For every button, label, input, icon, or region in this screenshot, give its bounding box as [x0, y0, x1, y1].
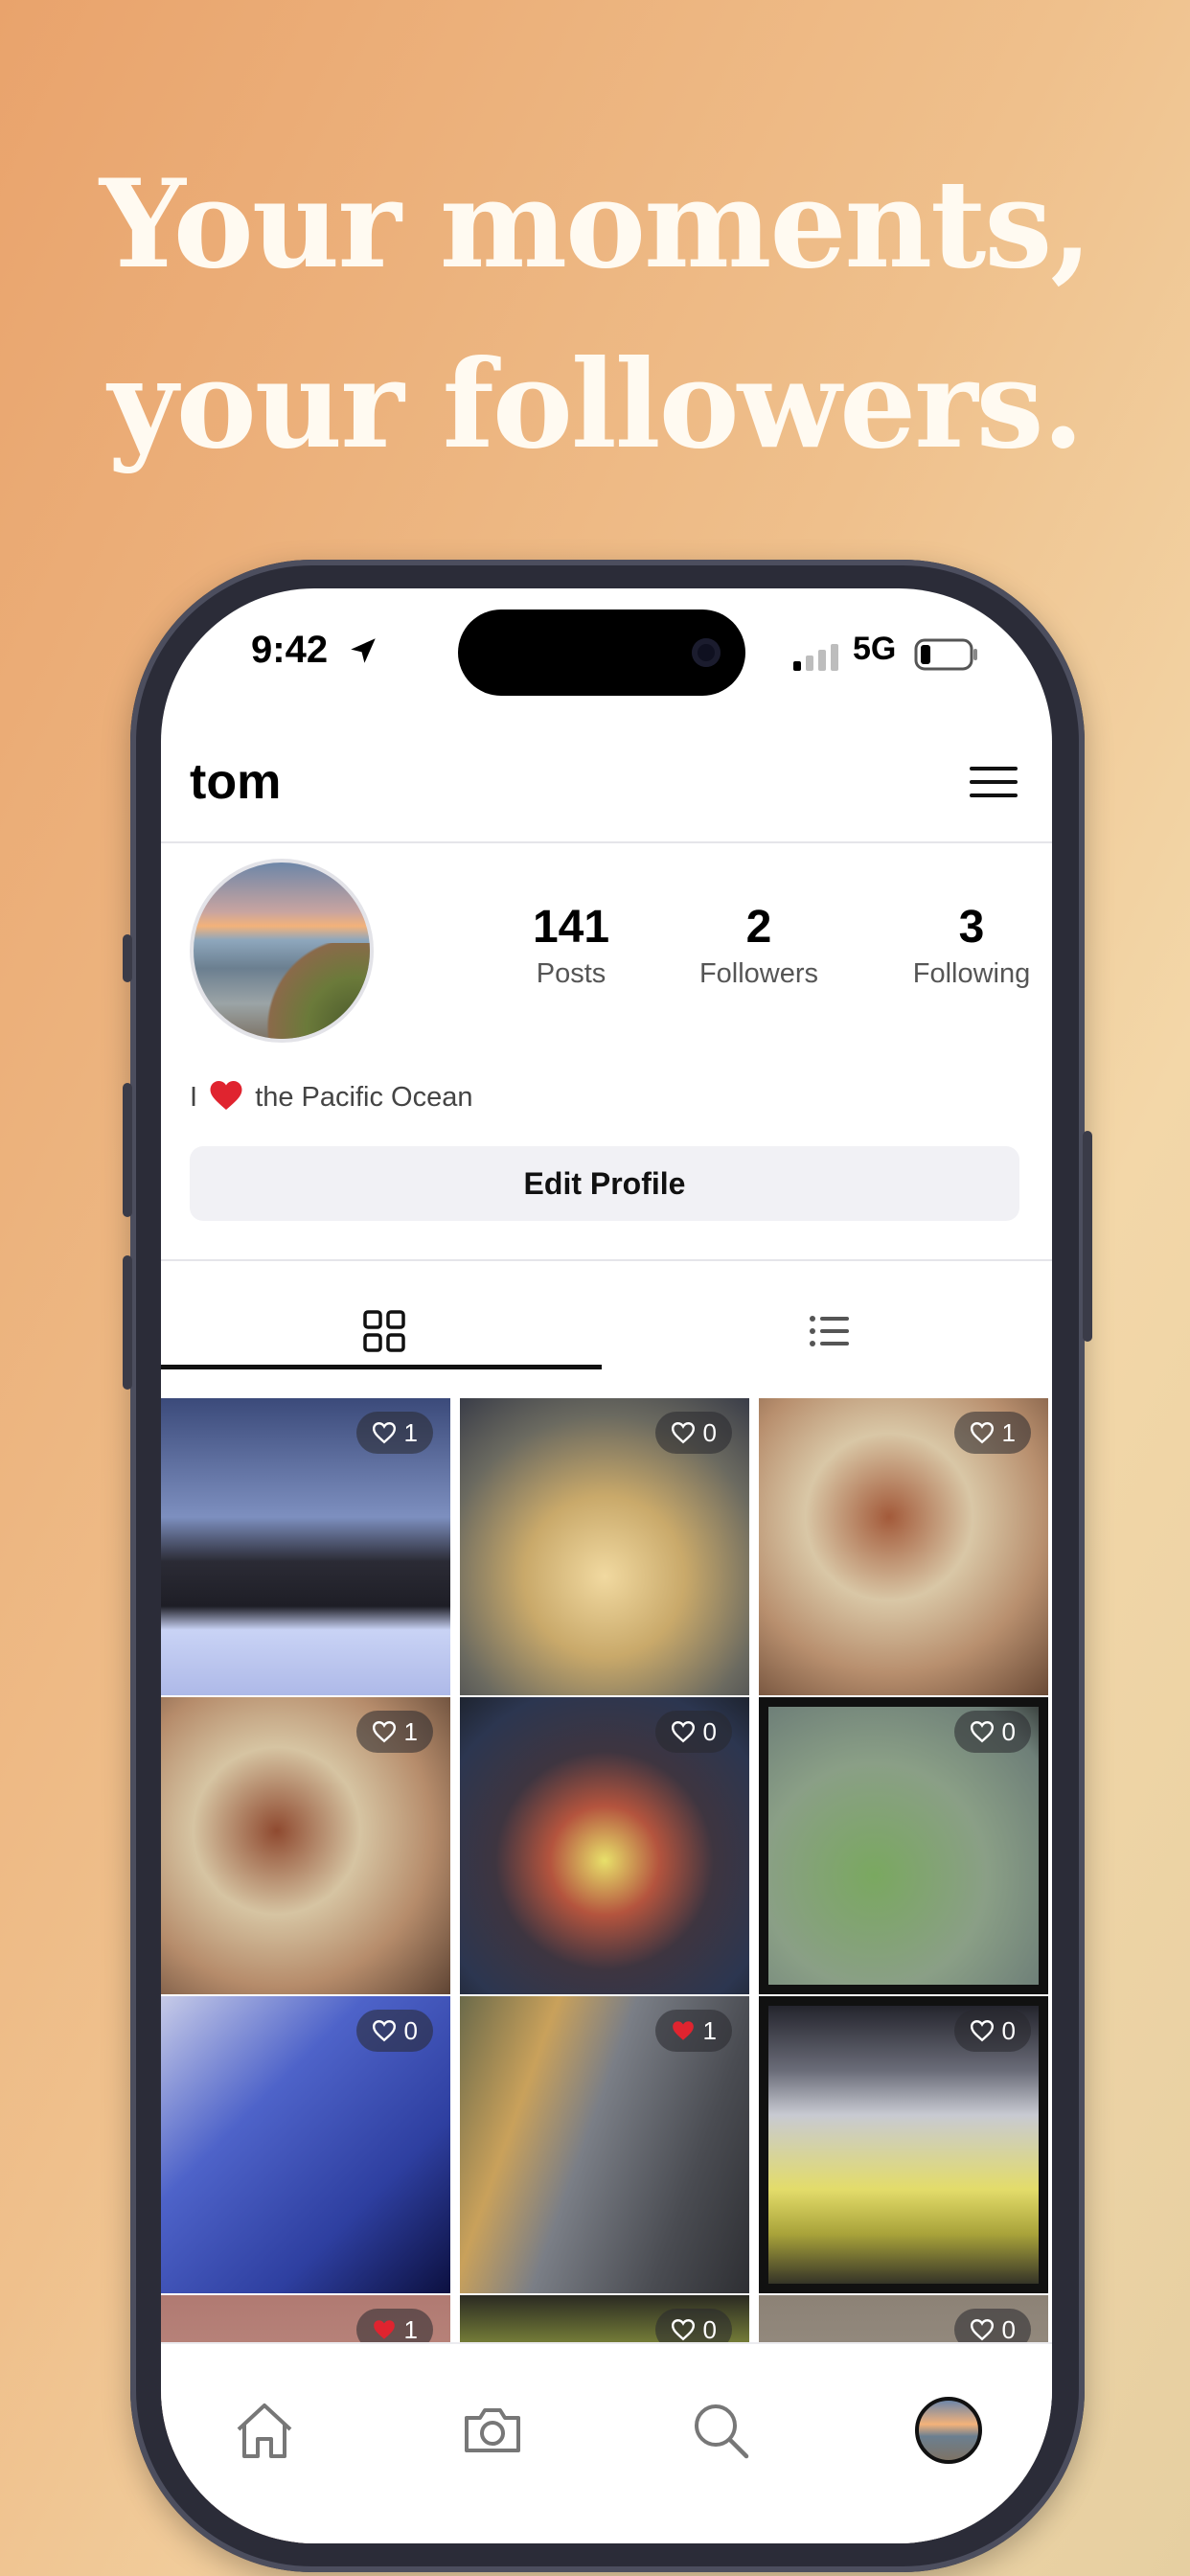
search-icon: [695, 2404, 749, 2459]
heart-outline-icon: [970, 2020, 994, 2042]
battery-icon: [914, 638, 977, 671]
profile-avatar[interactable]: [190, 859, 374, 1043]
profile-avatar-small: [915, 2397, 982, 2464]
like-count: 0: [403, 2015, 418, 2045]
selected-tab-indicator: [161, 1365, 602, 1369]
tab-profile[interactable]: [910, 2392, 987, 2469]
heart-outline-icon: [970, 1422, 994, 1444]
username: tom: [190, 754, 282, 810]
status-time: 9:42: [251, 629, 329, 671]
stat-posts[interactable]: 141 Posts: [475, 901, 667, 993]
phone-volume-down-button: [123, 1255, 132, 1390]
tab-grid-view[interactable]: [161, 1298, 606, 1365]
list-icon: [809, 1316, 849, 1346]
profile-header: tom: [161, 732, 1052, 843]
like-count: 0: [702, 2314, 717, 2344]
phone-power-button: [1083, 1131, 1092, 1342]
location-arrow-icon: [351, 638, 376, 663]
like-count: 0: [1001, 2015, 1016, 2045]
stat-posts-value: 141: [532, 902, 610, 953]
section-divider: [161, 1259, 1052, 1261]
status-bar: 9:42 5G: [161, 629, 1052, 686]
marketing-headline: Your moments, your followers.: [0, 134, 1190, 494]
stat-followers-value: 2: [745, 902, 772, 953]
post-thumbnail[interactable]: 1: [460, 1996, 749, 2293]
like-count-badge[interactable]: 0: [654, 1412, 732, 1454]
like-count-badge[interactable]: 0: [953, 2010, 1031, 2052]
heart-outline-icon: [372, 1422, 396, 1444]
post-thumbnail[interactable]: 0: [759, 1697, 1048, 1994]
like-count: 1: [1001, 1417, 1016, 1447]
like-count-badge[interactable]: 0: [953, 1711, 1031, 1753]
heart-outline-icon: [671, 2319, 695, 2341]
headline-line-2: your followers.: [107, 334, 1085, 475]
home-icon: [237, 2404, 292, 2458]
heart-outline-icon: [970, 2319, 994, 2341]
stat-following-label: Following: [912, 958, 1031, 989]
stat-following[interactable]: 3 Following: [876, 901, 1052, 993]
profile-bio: I the Pacific Ocean: [190, 1079, 472, 1114]
menu-icon[interactable]: [970, 767, 1018, 805]
stat-followers[interactable]: 2 Followers: [663, 901, 855, 993]
like-count: 0: [1001, 2314, 1016, 2344]
like-count-badge[interactable]: 1: [953, 1412, 1031, 1454]
grid-icon: [362, 1310, 405, 1352]
cellular-signal-icon: [793, 644, 838, 671]
stat-followers-label: Followers: [698, 958, 819, 989]
heart-outline-icon: [372, 1721, 396, 1743]
phone-action-button: [123, 934, 132, 982]
like-count: 0: [702, 1417, 717, 1447]
bottom-tab-bar: [161, 2342, 1052, 2543]
like-count-badge[interactable]: 1: [654, 2010, 732, 2052]
tab-search[interactable]: [682, 2392, 759, 2469]
like-count: 1: [403, 1716, 418, 1746]
network-type: 5G: [853, 631, 897, 667]
stat-posts-label: Posts: [536, 958, 606, 989]
heart-outline-icon: [372, 2020, 396, 2042]
heart-filled-icon: [373, 2320, 395, 2339]
bio-suffix: the Pacific Ocean: [255, 1082, 473, 1113]
phone-volume-up-button: [123, 1083, 132, 1217]
like-count-badge[interactable]: 0: [355, 2010, 433, 2052]
post-thumbnail[interactable]: 1: [161, 1697, 450, 1994]
phone-screen: 9:42 5G tom 141 Posts 2 Followers 3 Foll…: [161, 588, 1052, 2543]
tab-home[interactable]: [226, 2392, 303, 2469]
edit-profile-button[interactable]: Edit Profile: [190, 1146, 1019, 1221]
heart-filled-icon: [672, 2021, 694, 2040]
like-count: 1: [702, 2015, 717, 2045]
like-count: 0: [702, 1716, 717, 1746]
like-count: 1: [403, 1417, 418, 1447]
post-thumbnail[interactable]: 1: [759, 1398, 1048, 1695]
camera-icon: [465, 2408, 520, 2452]
headline-line-1: Your moments,: [99, 153, 1092, 295]
bio-prefix: I: [190, 1082, 198, 1113]
post-thumbnail[interactable]: 0: [161, 1996, 450, 2293]
post-thumbnail[interactable]: 0: [759, 1996, 1048, 2293]
heart-outline-icon: [671, 1422, 695, 1444]
post-thumbnail[interactable]: 1: [161, 1398, 450, 1695]
like-count-badge[interactable]: 1: [355, 1711, 433, 1753]
like-count: 1: [403, 2314, 418, 2344]
stat-following-value: 3: [958, 902, 985, 953]
like-count-badge[interactable]: 1: [355, 1412, 433, 1454]
heart-outline-icon: [671, 1721, 695, 1743]
like-count: 0: [1001, 1716, 1016, 1746]
post-thumbnail[interactable]: 0: [460, 1697, 749, 1994]
post-thumbnail[interactable]: 0: [460, 1398, 749, 1695]
like-count-badge[interactable]: 0: [654, 1711, 732, 1753]
tab-camera[interactable]: [454, 2392, 531, 2469]
heart-outline-icon: [970, 1721, 994, 1743]
tab-list-view[interactable]: [606, 1298, 1052, 1365]
red-heart-icon: [210, 1081, 242, 1110]
